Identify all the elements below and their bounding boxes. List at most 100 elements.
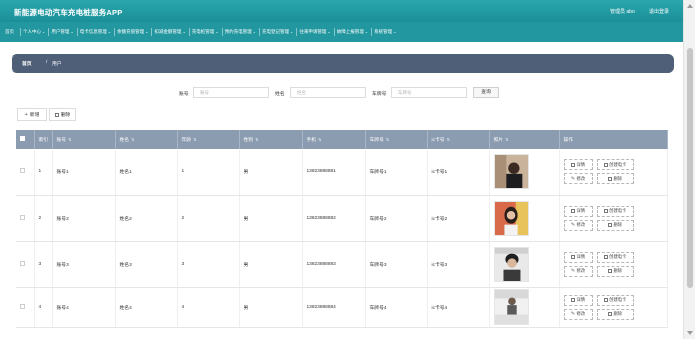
create-card-button[interactable]: 创建电卡 <box>596 205 634 217</box>
row-checkbox[interactable] <box>20 260 25 266</box>
row-select-cell[interactable] <box>16 287 35 328</box>
nav-item-home[interactable]: 首页 <box>0 22 20 42</box>
sort-icon[interactable]: ⇅ <box>255 138 258 142</box>
sort-icon[interactable]: ⇅ <box>68 138 71 142</box>
cell-plate: 车牌号2 <box>365 195 428 242</box>
select-all-checkbox[interactable] <box>20 136 25 141</box>
nav-item-label: 余额充值管理 <box>117 29 145 34</box>
select-all-cell[interactable] <box>16 130 35 149</box>
sort-icon[interactable]: ⇅ <box>193 138 196 142</box>
column-header-name[interactable]: 姓名 ⇅ <box>115 130 178 149</box>
cell-name: 姓名4 <box>115 287 178 328</box>
detail-button[interactable]: 详情 <box>563 205 593 217</box>
vertical-scrollbar[interactable] <box>683 0 695 339</box>
detail-icon <box>570 209 575 213</box>
user-photo[interactable] <box>493 289 529 325</box>
breadcrumb-separator: / <box>46 60 48 65</box>
nav-item-charging-pile[interactable]: 充电桩管理⌄ <box>188 22 222 42</box>
breadcrumb-home[interactable]: 首页 <box>22 60 32 67</box>
column-header-phone[interactable]: 手机 ⇅ <box>302 130 366 149</box>
row-select-cell[interactable] <box>16 195 35 242</box>
cell-gender: 男 <box>239 287 303 328</box>
user-photo[interactable] <box>493 200 529 236</box>
search-button[interactable]: 查询 <box>473 87 499 98</box>
chevron-down-icon: ⌄ <box>393 29 397 34</box>
row-select-cell[interactable] <box>16 241 35 288</box>
user-photo[interactable] <box>493 154 529 190</box>
edit-button[interactable]: ✎ 修改 <box>563 173 593 185</box>
account-search-input[interactable] <box>193 87 269 98</box>
row-delete-button[interactable]: 删除 <box>596 219 634 231</box>
column-header-plate[interactable]: 车牌号 ⇅ <box>365 130 428 149</box>
nav-item-user-management[interactable]: 用户管理⌄ <box>48 22 76 42</box>
cell-photo <box>489 195 560 242</box>
nav-item-deduction[interactable]: 扣减金额管理⌄ <box>151 22 188 42</box>
row-checkbox[interactable] <box>20 214 25 220</box>
row-delete-button[interactable]: 删除 <box>596 265 634 277</box>
chevron-down-icon: ⌄ <box>327 29 331 34</box>
nav-item-fault-report[interactable]: 故障上报管理⌄ <box>333 22 371 42</box>
app-title: 新能源电动汽车充电桩服务APP <box>14 8 123 17</box>
nav-item-card-info[interactable]: 电卡信息管理⌄ <box>76 22 114 42</box>
sort-icon[interactable]: ⇅ <box>447 138 450 142</box>
sort-icon[interactable]: ⇅ <box>318 138 321 142</box>
detail-button[interactable]: 详情 <box>563 159 593 171</box>
logout-link[interactable]: 退出登录 <box>649 8 669 15</box>
create-card-button[interactable]: 创建电卡 <box>596 159 634 171</box>
edit-button[interactable]: ✎ 修改 <box>563 308 593 320</box>
create-card-button[interactable]: 创建电卡 <box>596 294 634 306</box>
edit-icon: ✎ <box>570 222 576 228</box>
edit-button[interactable]: ✎ 修改 <box>563 219 593 231</box>
table-row: 4 账号4 姓名4 4 男 13823888884 车牌号4 ic卡号4 详情 <box>16 287 668 328</box>
sort-icon[interactable]: ⇅ <box>386 138 389 142</box>
edit-icon: ✎ <box>570 311 576 317</box>
scroll-down-icon[interactable] <box>687 331 693 335</box>
nav-item-label: 充电桩管理 <box>191 29 215 34</box>
nav-item-label: 预约充电管理 <box>224 29 252 34</box>
column-header-photo[interactable]: 照片 ⇅ <box>489 130 560 149</box>
nav-item-applications[interactable]: 往来申请管理⌄ <box>296 22 333 42</box>
delete-button[interactable]: 删除 <box>49 108 76 121</box>
chevron-down-icon: ⌄ <box>364 29 369 34</box>
scroll-up-icon[interactable] <box>687 4 693 8</box>
row-delete-button[interactable]: 删除 <box>596 308 634 320</box>
create-card-button[interactable]: 创建电卡 <box>596 251 634 263</box>
column-header-account[interactable]: 账号 ⇅ <box>52 130 116 149</box>
cell-age: 1 <box>177 149 240 196</box>
add-button[interactable]: + 新增 <box>17 108 47 121</box>
cell-account: 账号3 <box>52 241 116 288</box>
row-checkbox[interactable] <box>20 303 25 309</box>
current-user[interactable]: 管理员 abo <box>610 8 635 15</box>
plate-search-label: 车牌号 <box>372 92 387 97</box>
chevron-down-icon: ⌄ <box>70 29 74 34</box>
column-header-gender[interactable]: 性别 ⇅ <box>239 130 303 149</box>
nav-item-label: 电卡信息管理 <box>79 29 107 34</box>
detail-icon <box>570 255 575 259</box>
nav-item-system[interactable]: 系统管理⌄ <box>371 22 399 42</box>
cell-ic-card: ic卡号1 <box>427 149 490 196</box>
cell-actions: 详情 创建电卡 ✎ 修改 删除 <box>559 287 668 328</box>
sort-icon[interactable]: ⇅ <box>131 138 134 142</box>
nav-item-charging-registration[interactable]: 充电登记管理⌄ <box>259 22 296 42</box>
row-delete-button[interactable]: 删除 <box>596 173 634 185</box>
detail-icon <box>570 162 575 167</box>
cell-age: 4 <box>177 287 240 328</box>
row-select-cell[interactable] <box>16 149 35 196</box>
nav-item-recharge[interactable]: 余额充值管理⌄ <box>114 22 151 42</box>
user-photo[interactable] <box>493 246 529 282</box>
cell-actions: 详情 创建电卡 ✎ 修改 删除 <box>559 195 668 242</box>
sort-icon[interactable]: ⇅ <box>505 138 508 142</box>
nav-item-personal-center[interactable]: 个人中心⌄ <box>20 22 48 42</box>
scrollbar-thumb[interactable] <box>687 48 693 288</box>
cell-ic-card: ic卡号3 <box>427 241 490 288</box>
detail-button[interactable]: 详情 <box>563 251 593 263</box>
plate-search-input[interactable] <box>391 87 467 98</box>
column-header-ic-card[interactable]: ic卡号 ⇅ <box>427 130 490 149</box>
name-search-input[interactable] <box>290 87 366 98</box>
detail-button[interactable]: 详情 <box>563 294 593 306</box>
column-header-age[interactable]: 年龄 ⇅ <box>177 130 240 149</box>
cell-plate: 车牌号4 <box>365 287 428 328</box>
edit-button[interactable]: ✎ 修改 <box>563 265 593 277</box>
nav-item-reservation[interactable]: 预约充电管理⌄ <box>221 22 259 42</box>
row-checkbox[interactable] <box>20 168 25 174</box>
